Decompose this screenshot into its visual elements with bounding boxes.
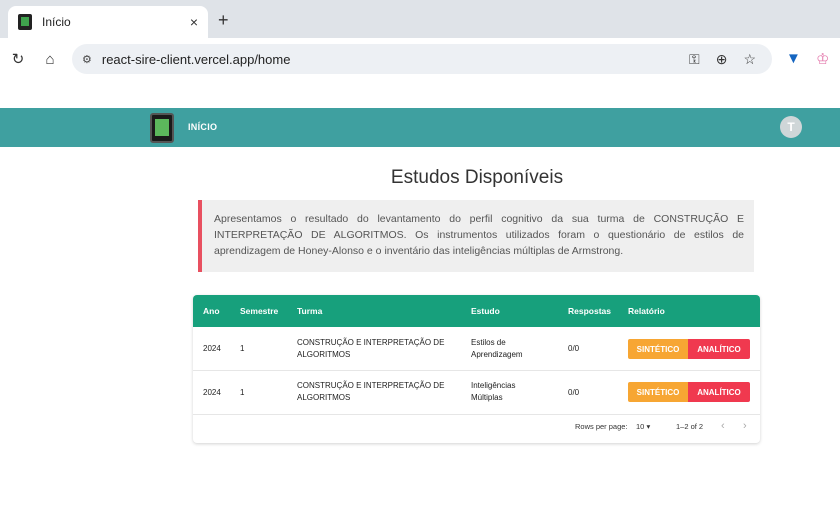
home-icon[interactable]: ⌂ [36,45,64,73]
new-tab-button[interactable]: + [218,11,229,29]
cell-estudo: Inteligências Múltiplas [471,381,516,402]
analitico-button[interactable]: ANALÍTICO [688,382,750,402]
app-header: INÍCIO T [0,108,840,147]
profile-icon[interactable]: ♔ [816,50,829,68]
cell-turma: CONSTRUÇÃO E INTERPRETAÇÃO DE ALGORITMOS [297,338,445,359]
app-logo[interactable] [150,113,174,143]
table-row: 2024 1 CONSTRUÇÃO E INTERPRETAÇÃO DE ALG… [193,371,760,415]
cell-respostas: 0/0 [568,388,580,397]
header-respostas[interactable]: Respostas [568,306,611,316]
cell-respostas: 0/0 [568,344,580,353]
browser-tabstrip: Início × + [0,0,840,38]
sintetico-button[interactable]: SINTÉTICO [628,382,688,402]
header-ano[interactable]: Ano [203,306,220,316]
cell-estudo: Estilos de Aprendizagem [471,338,523,359]
extension-icon[interactable]: ▼ [786,50,801,67]
url-text[interactable]: react-sire-client.vercel.app/home [102,52,689,67]
browser-tab[interactable]: Início × [8,6,208,38]
dropdown-caret-icon: ▾ [646,422,651,431]
sintetico-button[interactable]: SINTÉTICO [628,339,688,359]
rows-per-page-value: 10 [636,422,645,431]
avatar[interactable]: T [780,116,802,138]
cell-turma: CONSTRUÇÃO E INTERPRETAÇÃO DE ALGORITMOS [297,381,445,402]
address-bar[interactable]: ⚙ react-sire-client.vercel.app/home ⚿ ⊕ … [72,44,772,74]
star-icon[interactable]: ☆ [743,51,756,68]
rows-per-page-select[interactable]: 10 ▾ [636,422,650,431]
studies-table: Ano Semestre Turma Estudo Respostas Rela… [193,295,760,443]
table-pagination: Rows per page: 10 ▾ 1–2 of 2 ‹ › [193,418,760,438]
tab-title: Início [42,15,71,29]
header-estudo[interactable]: Estudo [471,306,500,316]
cell-semestre: 1 [240,388,245,397]
site-info-icon[interactable]: ⚙ [82,53,92,66]
chevron-right-icon[interactable]: › [743,420,747,432]
chevron-left-icon[interactable]: ‹ [721,420,725,432]
header-semestre[interactable]: Semestre [240,306,278,316]
zoom-icon[interactable]: ⊕ [716,51,728,68]
page-title: Estudos Disponíveis [390,167,564,188]
nav-inicio-link[interactable]: INÍCIO [188,122,217,132]
cell-ano: 2024 [203,388,221,397]
favicon-icon [18,14,32,30]
analitico-button[interactable]: ANALÍTICO [688,339,750,359]
pagination-range: 1–2 of 2 [676,422,704,431]
header-relatorio[interactable]: Relatório [628,306,665,316]
cell-ano: 2024 [203,344,221,353]
close-tab-icon[interactable]: × [190,14,198,30]
table-header: Ano Semestre Turma Estudo Respostas Rela… [193,295,760,327]
info-box: Apresentamos o resultado do levantamento… [198,200,754,272]
password-key-icon[interactable]: ⚿ [689,51,700,68]
browser-toolbar: ↻ ⌂ ⚙ react-sire-client.vercel.app/home … [0,38,840,80]
reload-icon[interactable]: ↻ [4,45,32,73]
rows-per-page-label: Rows per page: [575,422,628,431]
cell-semestre: 1 [240,344,245,353]
table-row: 2024 1 CONSTRUÇÃO E INTERPRETAÇÃO DE ALG… [193,327,760,371]
header-turma[interactable]: Turma [297,306,322,316]
